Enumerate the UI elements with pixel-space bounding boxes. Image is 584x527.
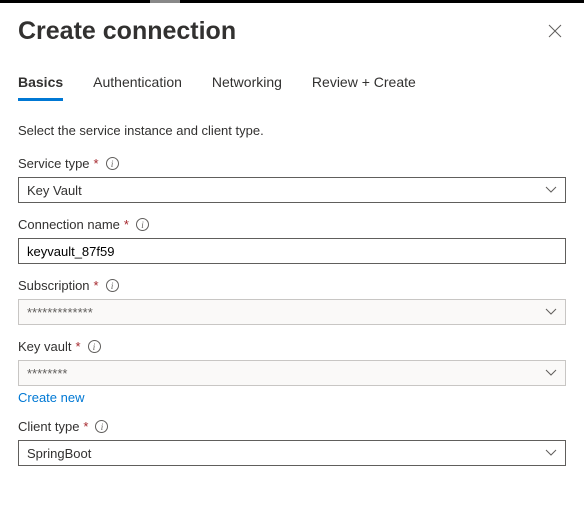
tab-authentication[interactable]: Authentication	[93, 74, 182, 100]
tab-networking[interactable]: Networking	[212, 74, 282, 100]
chevron-down-icon	[545, 308, 557, 316]
tab-review-create[interactable]: Review + Create	[312, 74, 416, 100]
select-value-key-vault: ********	[27, 366, 67, 381]
info-icon[interactable]: i	[106, 279, 119, 292]
select-client-type[interactable]: SpringBoot	[18, 440, 566, 466]
info-icon[interactable]: i	[136, 218, 149, 231]
window-frame-top	[0, 0, 584, 3]
chevron-down-icon	[545, 186, 557, 194]
input-connection-name-wrapper	[18, 238, 566, 264]
label-key-vault: Key vault * i	[18, 339, 566, 354]
chevron-down-icon	[545, 369, 557, 377]
label-client-type: Client type * i	[18, 419, 566, 434]
info-icon[interactable]: i	[95, 420, 108, 433]
description-text: Select the service instance and client t…	[18, 123, 566, 138]
create-new-link[interactable]: Create new	[18, 390, 84, 405]
required-marker: *	[124, 217, 129, 232]
panel-title: Create connection	[18, 17, 236, 46]
chevron-down-icon	[545, 449, 557, 457]
field-service-type: Service type * i Key Vault	[18, 156, 566, 203]
label-text-key-vault: Key vault	[18, 339, 71, 354]
field-subscription: Subscription * i *************	[18, 278, 566, 325]
select-key-vault[interactable]: ********	[18, 360, 566, 386]
field-connection-name: Connection name * i	[18, 217, 566, 264]
field-key-vault: Key vault * i ******** Create new	[18, 339, 566, 405]
panel-content: Select the service instance and client t…	[0, 101, 584, 466]
tab-bar: Basics Authentication Networking Review …	[0, 54, 584, 101]
field-client-type: Client type * i SpringBoot	[18, 419, 566, 466]
required-marker: *	[94, 278, 99, 293]
label-service-type: Service type * i	[18, 156, 566, 171]
select-service-type[interactable]: Key Vault	[18, 177, 566, 203]
label-text-subscription: Subscription	[18, 278, 90, 293]
close-button[interactable]	[544, 19, 566, 45]
required-marker: *	[75, 339, 80, 354]
info-icon[interactable]: i	[106, 157, 119, 170]
required-marker: *	[94, 156, 99, 171]
label-text-client-type: Client type	[18, 419, 79, 434]
info-icon[interactable]: i	[88, 340, 101, 353]
label-connection-name: Connection name * i	[18, 217, 566, 232]
close-icon	[548, 24, 562, 38]
required-marker: *	[83, 419, 88, 434]
select-value-subscription: *************	[27, 305, 93, 320]
label-subscription: Subscription * i	[18, 278, 566, 293]
panel-header: Create connection	[0, 3, 584, 54]
input-connection-name[interactable]	[27, 244, 557, 259]
label-text-connection-name: Connection name	[18, 217, 120, 232]
label-text-service-type: Service type	[18, 156, 90, 171]
tab-basics[interactable]: Basics	[18, 74, 63, 100]
select-value-client-type: SpringBoot	[27, 446, 91, 461]
select-value-service-type: Key Vault	[27, 183, 82, 198]
select-subscription[interactable]: *************	[18, 299, 566, 325]
